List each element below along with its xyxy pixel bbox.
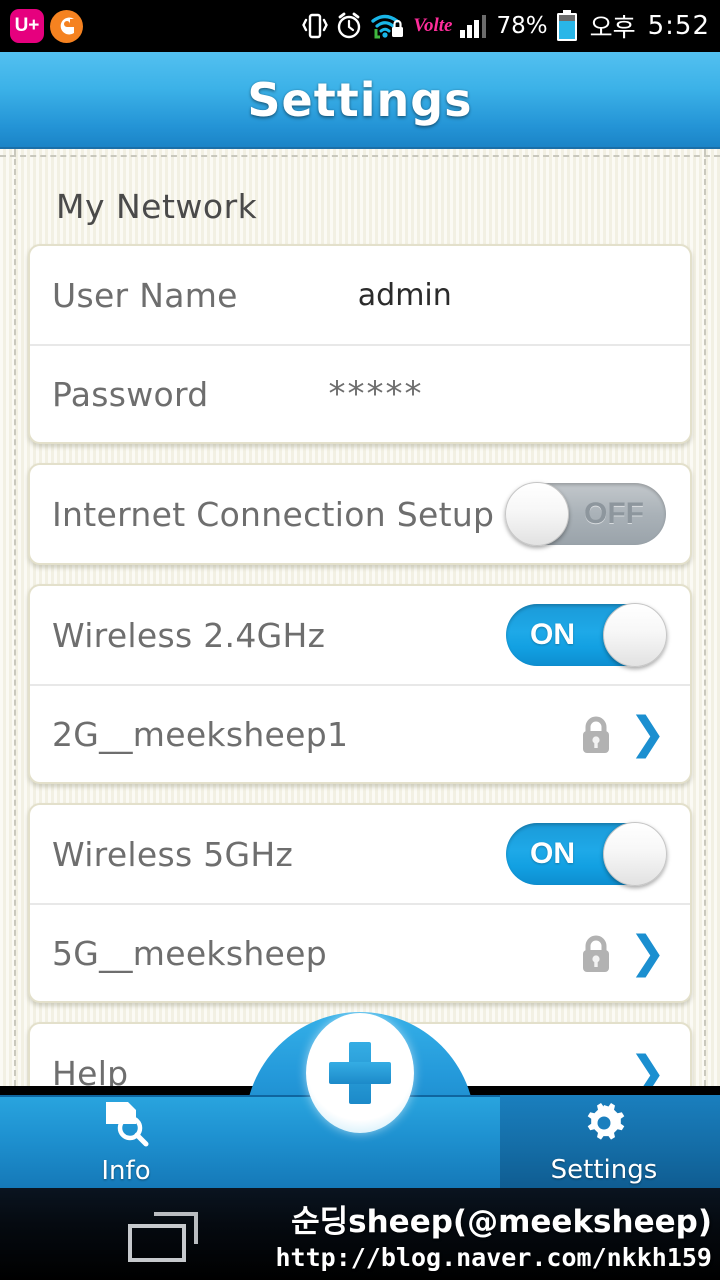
row-wireless-24[interactable]: Wireless 2.4GHz ON (30, 586, 690, 684)
row-ssid-2g[interactable]: 2G__meeksheep1 ❯ (30, 684, 690, 782)
internet-row-right: OFF (505, 482, 666, 546)
watermark: 순딩sheep(@meeksheep) http://blog.naver.co… (276, 1188, 713, 1280)
help-label: Help (52, 1053, 129, 1087)
internet-connection-label: Internet Connection Setup (52, 494, 495, 534)
status-bar-icons: Volte 78% 오후 5:52 (302, 8, 710, 44)
ssid-5g-label: 5G__meeksheep (52, 933, 327, 973)
wifi-lock-icon (370, 11, 406, 41)
settings-content: My Network User Name admin Password ****… (0, 149, 720, 1086)
row-ssid-5g[interactable]: 5G__meeksheep ❯ (30, 903, 690, 1001)
ampm-label: 오후 (589, 13, 636, 42)
tab-settings[interactable]: Settings (504, 1095, 704, 1188)
section-title-my-network: My Network (56, 187, 258, 226)
dashed-divider-top (0, 155, 720, 157)
add-button[interactable] (306, 1013, 414, 1133)
internet-connection-card: Internet Connection Setup OFF (28, 463, 692, 565)
tab-info-label: Info (101, 1155, 151, 1186)
lock-icon (577, 712, 615, 756)
uplus-logo-text: U+ (14, 15, 40, 36)
battery-percent-label: 78% (496, 13, 548, 39)
lock-icon (577, 931, 615, 975)
wireless-5-toggle-state-label: ON (530, 837, 575, 870)
user-name-label: User Name (52, 275, 238, 315)
ssid-2g-row-right: ❯ (577, 712, 666, 756)
uplus-logo-icon: U+ (10, 9, 44, 43)
wireless-5-row-right: ON (506, 822, 667, 886)
alarm-icon (335, 11, 363, 41)
recents-button-icon[interactable] (128, 1212, 198, 1262)
row-wireless-5[interactable]: Wireless 5GHz ON (30, 805, 690, 903)
row-user-name[interactable]: User Name admin (30, 246, 690, 344)
wireless-5-toggle[interactable]: ON (506, 822, 667, 886)
recents-front-rect (128, 1224, 186, 1262)
ssid-2g-label: 2G__meeksheep1 (52, 714, 349, 754)
user-name-value: admin (357, 277, 452, 313)
info-icon (98, 1098, 154, 1152)
wireless-24-label: Wireless 2.4GHz (52, 615, 326, 655)
chevron-right-icon[interactable]: ❯ (629, 712, 666, 756)
toggle-knob (603, 822, 667, 886)
orange-app-glyph (60, 17, 74, 35)
orange-app-icon (50, 9, 83, 43)
wireless-5-label: Wireless 5GHz (52, 834, 294, 874)
wireless-24-card: Wireless 2.4GHz ON 2G__meeksheep1 ❯ (28, 584, 692, 784)
chevron-right-icon[interactable]: ❯ (629, 1051, 666, 1087)
watermark-url: http://blog.naver.com/nkkh159 (275, 1243, 713, 1272)
credentials-card: User Name admin Password ***** (28, 244, 692, 444)
vibrate-icon (302, 11, 329, 41)
battery-icon (555, 9, 579, 43)
watermark-author: 순딩sheep(@meeksheep) (291, 1204, 712, 1240)
help-row-right: ❯ (629, 1051, 666, 1087)
gear-icon (579, 1099, 629, 1151)
status-bar: U+ Volte 78% 오후 5:52 (0, 0, 720, 52)
wireless-24-row-right: ON (506, 603, 667, 667)
tab-info[interactable]: Info (26, 1095, 226, 1188)
chevron-right-icon[interactable]: ❯ (629, 931, 666, 975)
app-header: Settings (0, 52, 720, 149)
volte-icon: Volte (413, 15, 453, 36)
wireless-5-card: Wireless 5GHz ON 5G__meeksheep ❯ (28, 803, 692, 1003)
toggle-knob (505, 482, 569, 546)
row-internet-connection-setup[interactable]: Internet Connection Setup OFF (30, 465, 690, 563)
ssid-5g-row-right: ❯ (577, 931, 666, 975)
status-bar-left: U+ (10, 9, 83, 43)
tab-settings-label: Settings (550, 1154, 658, 1185)
signal-bars-icon (459, 11, 489, 41)
clock-label: 5:52 (647, 11, 710, 41)
row-password[interactable]: Password ***** (30, 344, 690, 442)
page-title: Settings (247, 72, 473, 127)
password-label: Password (52, 374, 209, 414)
password-value: ***** (328, 374, 424, 414)
wireless-24-toggle-state-label: ON (530, 618, 575, 651)
plus-icon (329, 1042, 391, 1104)
internet-toggle-state-label: OFF (584, 497, 644, 530)
bottom-navigation: Info Settings (0, 1012, 720, 1188)
internet-connection-toggle[interactable]: OFF (505, 482, 666, 546)
wireless-24-toggle[interactable]: ON (506, 603, 667, 667)
toggle-knob (603, 603, 667, 667)
